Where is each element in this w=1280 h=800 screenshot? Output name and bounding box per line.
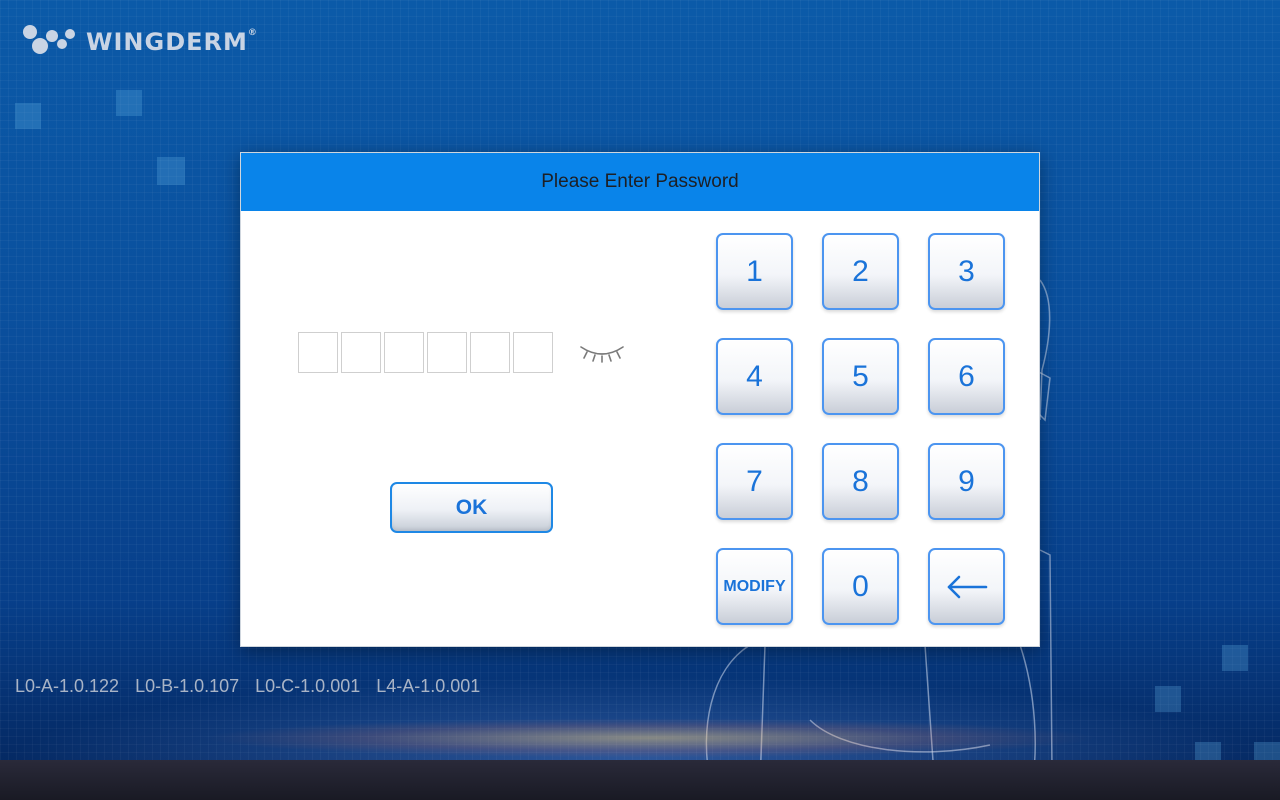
key-label: 0 <box>852 569 869 603</box>
key-label: 9 <box>958 464 975 498</box>
key-7[interactable]: 7 <box>716 443 793 520</box>
decor-square <box>116 90 142 116</box>
pin-digit-box[interactable] <box>298 332 338 373</box>
pin-digit-box[interactable] <box>384 332 424 373</box>
key-0[interactable]: 0 <box>822 548 899 625</box>
password-input[interactable] <box>298 332 553 373</box>
ok-button-label: OK <box>455 495 488 519</box>
key-6[interactable]: 6 <box>928 338 1005 415</box>
key-4[interactable]: 4 <box>716 338 793 415</box>
wingderm-logo-icon <box>23 25 75 54</box>
key-label: 8 <box>852 464 869 498</box>
pin-digit-box[interactable] <box>427 332 467 373</box>
password-dialog: Please Enter Password OK 1 2 3 4 5 6 7 8… <box>240 152 1040 647</box>
key-label: 4 <box>746 359 763 393</box>
ok-button[interactable]: OK <box>390 482 553 533</box>
key-9[interactable]: 9 <box>928 443 1005 520</box>
decor-square <box>15 103 41 129</box>
key-label: 6 <box>958 359 975 393</box>
key-label: 7 <box>746 464 763 498</box>
backspace-button[interactable] <box>928 548 1005 625</box>
key-label: 1 <box>746 254 763 288</box>
pin-digit-box[interactable] <box>513 332 553 373</box>
key-2[interactable]: 2 <box>822 233 899 310</box>
version-info: L0-A-1.0.122 L0-B-1.0.107 L0-C-1.0.001 L… <box>15 676 480 697</box>
brand-logo: WINGDERM® <box>22 22 258 62</box>
version-label: L4-A-1.0.001 <box>376 676 481 696</box>
version-label: L0-C-1.0.001 <box>255 676 361 696</box>
floor-band <box>0 760 1280 800</box>
brand-name: WINGDERM® <box>86 28 258 56</box>
key-3[interactable]: 3 <box>928 233 1005 310</box>
pin-digit-box[interactable] <box>470 332 510 373</box>
dialog-header: Please Enter Password <box>241 153 1039 211</box>
version-label: L0-A-1.0.122 <box>15 676 120 696</box>
version-label: L0-B-1.0.107 <box>135 676 240 696</box>
modify-button[interactable]: MODIFY <box>716 548 793 625</box>
dialog-title: Please Enter Password <box>541 171 739 192</box>
key-label: 3 <box>958 254 975 288</box>
decor-square <box>1222 645 1248 671</box>
key-1[interactable]: 1 <box>716 233 793 310</box>
key-label: 5 <box>852 359 869 393</box>
eye-closed-icon[interactable] <box>577 337 627 367</box>
decor-square <box>157 157 185 185</box>
arrow-left-icon <box>947 575 987 598</box>
decor-square <box>1155 686 1181 712</box>
key-label: 2 <box>852 254 869 288</box>
key-label: MODIFY <box>723 577 786 595</box>
key-5[interactable]: 5 <box>822 338 899 415</box>
light-streak <box>200 718 1100 758</box>
key-8[interactable]: 8 <box>822 443 899 520</box>
pin-digit-box[interactable] <box>341 332 381 373</box>
